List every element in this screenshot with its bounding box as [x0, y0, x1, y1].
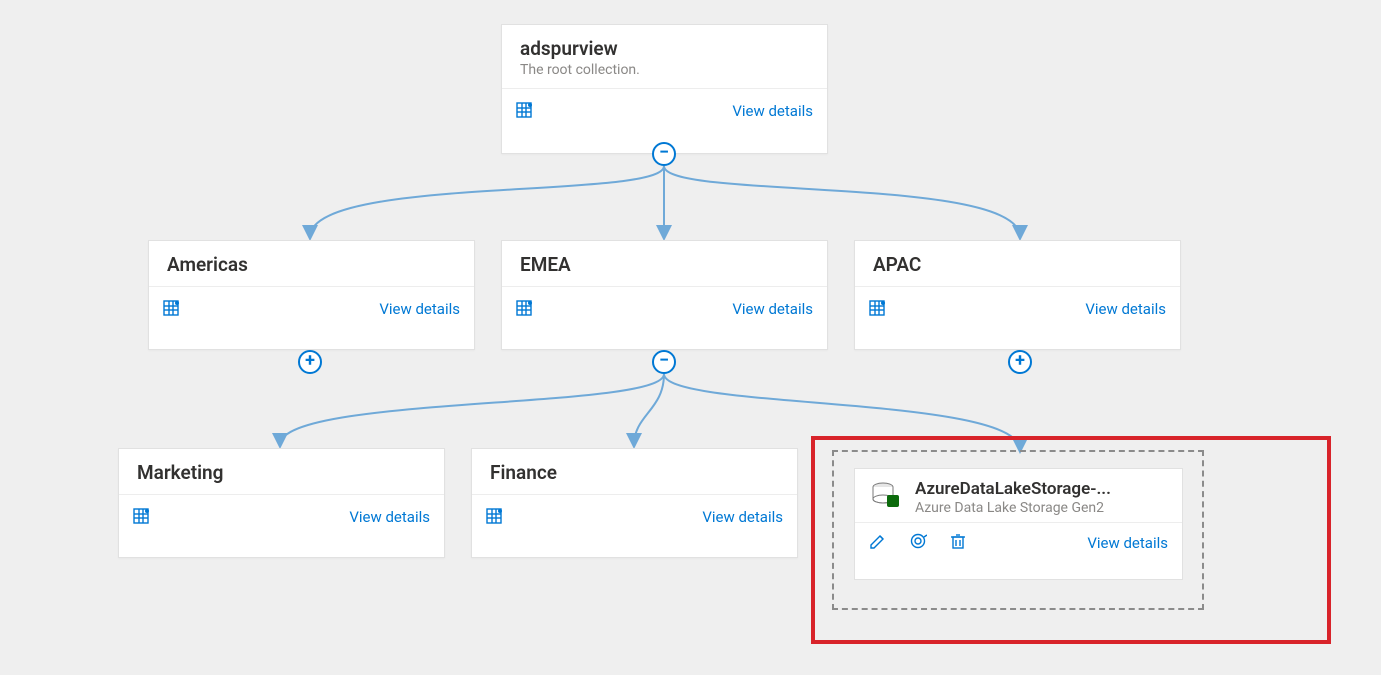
- expand-toggle-americas[interactable]: +: [298, 350, 322, 374]
- data-grid-icon[interactable]: [486, 508, 504, 526]
- collection-title: Marketing: [137, 461, 426, 484]
- expand-toggle-apac[interactable]: +: [1008, 350, 1032, 374]
- adls-storage-icon: [869, 479, 901, 516]
- delete-icon[interactable]: [949, 532, 967, 554]
- collapse-toggle-root[interactable]: −: [652, 142, 676, 166]
- edit-icon[interactable]: [869, 532, 887, 554]
- collection-title: adspurview: [520, 37, 809, 60]
- collection-card-americas[interactable]: Americas View details: [148, 240, 475, 350]
- collection-card-emea[interactable]: EMEA View details: [501, 240, 828, 350]
- collapse-toggle-emea[interactable]: −: [652, 350, 676, 374]
- view-details-link[interactable]: View details: [1085, 300, 1166, 318]
- view-details-link[interactable]: View details: [732, 300, 813, 318]
- data-grid-icon[interactable]: [516, 300, 534, 318]
- collection-card-finance[interactable]: Finance View details: [471, 448, 798, 558]
- collection-title: APAC: [873, 253, 1162, 276]
- view-details-link[interactable]: View details: [1087, 534, 1168, 552]
- view-details-link[interactable]: View details: [732, 102, 813, 120]
- view-details-link[interactable]: View details: [702, 508, 783, 526]
- collection-title: EMEA: [520, 253, 809, 276]
- collection-title: Finance: [490, 461, 779, 484]
- data-grid-icon[interactable]: [869, 300, 887, 318]
- collection-card-root[interactable]: adspurview The root collection. View det…: [501, 24, 828, 154]
- collection-subtitle: The root collection.: [520, 62, 809, 78]
- scan-icon[interactable]: [909, 532, 927, 554]
- data-source-title: AzureDataLakeStorage-...: [915, 479, 1111, 499]
- data-grid-icon[interactable]: [516, 102, 534, 120]
- collection-title: Americas: [167, 253, 456, 276]
- collection-card-apac[interactable]: APAC View details: [854, 240, 1181, 350]
- purview-collection-tree: adspurview The root collection. View det…: [0, 0, 1381, 675]
- collection-card-marketing[interactable]: Marketing View details: [118, 448, 445, 558]
- view-details-link[interactable]: View details: [379, 300, 460, 318]
- data-grid-icon[interactable]: [133, 508, 151, 526]
- data-grid-icon[interactable]: [163, 300, 181, 318]
- data-source-card-adls[interactable]: AzureDataLakeStorage-... Azure Data Lake…: [854, 468, 1183, 580]
- data-source-subtitle: Azure Data Lake Storage Gen2: [915, 500, 1111, 516]
- view-details-link[interactable]: View details: [349, 508, 430, 526]
